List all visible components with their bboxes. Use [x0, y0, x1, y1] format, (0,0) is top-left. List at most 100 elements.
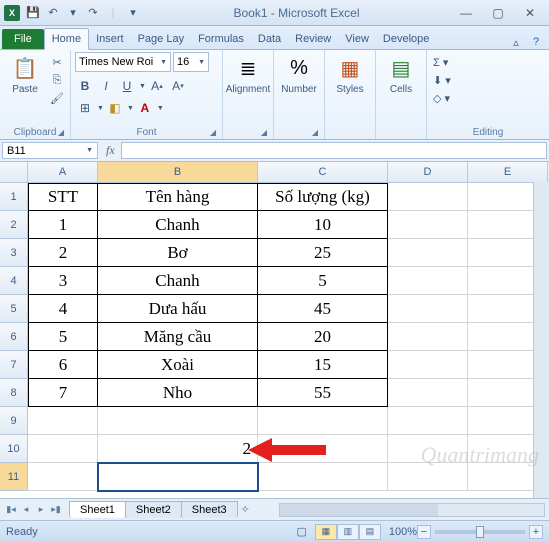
cell-D2[interactable]: [388, 211, 468, 239]
font-launcher[interactable]: ◢: [210, 128, 216, 137]
help-icon[interactable]: ?: [529, 35, 543, 49]
maximize-button[interactable]: ▢: [483, 4, 513, 22]
name-box[interactable]: B11▼: [2, 142, 98, 159]
paste-button[interactable]: 📋 Paste: [4, 52, 46, 97]
fill-color-button[interactable]: ◧: [105, 98, 125, 118]
view-page-break[interactable]: ▤: [359, 524, 381, 540]
italic-button[interactable]: I: [96, 76, 116, 96]
qat-customize[interactable]: ▾: [124, 4, 142, 22]
col-header-b[interactable]: B: [98, 162, 258, 182]
font-name-select[interactable]: Times New Roi▼: [75, 52, 171, 72]
fx-icon[interactable]: fx: [106, 143, 115, 158]
new-sheet-button[interactable]: ✧: [241, 503, 259, 516]
tab-home[interactable]: Home: [44, 28, 89, 50]
tab-review[interactable]: Review: [288, 29, 338, 49]
cell-B2[interactable]: Chanh: [98, 211, 258, 239]
styles-button[interactable]: ▦Styles: [329, 52, 371, 97]
qat-dropdown[interactable]: ▾: [64, 4, 82, 22]
cell-C1[interactable]: Số lượng (kg): [258, 183, 388, 211]
cell-B11[interactable]: [98, 463, 258, 491]
cell-B7[interactable]: Xoài: [98, 351, 258, 379]
cell-A9[interactable]: [28, 407, 98, 435]
undo-button[interactable]: ↶: [44, 4, 62, 22]
view-page-layout[interactable]: ▥: [337, 524, 359, 540]
cell-A5[interactable]: 4: [28, 295, 98, 323]
cell-D4[interactable]: [388, 267, 468, 295]
row-header[interactable]: 9: [0, 407, 28, 435]
cell-C9[interactable]: [258, 407, 388, 435]
sheet-next[interactable]: ▸: [34, 503, 48, 517]
cell-B6[interactable]: Măng cầu: [98, 323, 258, 351]
cell-B3[interactable]: Bơ: [98, 239, 258, 267]
cell-B1[interactable]: Tên hàng: [98, 183, 258, 211]
cell-B10[interactable]: 2: [98, 435, 258, 463]
grow-font-button[interactable]: A▴: [147, 76, 167, 96]
cell-C11[interactable]: [258, 463, 388, 491]
tab-formulas[interactable]: Formulas: [191, 29, 251, 49]
cell-A3[interactable]: 2: [28, 239, 98, 267]
cell-D9[interactable]: [388, 407, 468, 435]
vertical-scrollbar[interactable]: [533, 182, 549, 498]
cell-C5[interactable]: 45: [258, 295, 388, 323]
row-header[interactable]: 1: [0, 183, 28, 211]
cell-A1[interactable]: STT: [28, 183, 98, 211]
cell-D1[interactable]: [388, 183, 468, 211]
alignment-button[interactable]: ≣Alignment: [227, 52, 269, 97]
underline-button[interactable]: U: [117, 76, 137, 96]
cell-B5[interactable]: Dưa hấu: [98, 295, 258, 323]
cell-C8[interactable]: 55: [258, 379, 388, 407]
fill-button[interactable]: ⬇ ▾: [433, 72, 451, 88]
select-all-corner[interactable]: [0, 162, 28, 182]
cell-B8[interactable]: Nho: [98, 379, 258, 407]
cell-A4[interactable]: 3: [28, 267, 98, 295]
cell-A6[interactable]: 5: [28, 323, 98, 351]
cell-C3[interactable]: 25: [258, 239, 388, 267]
cut-button[interactable]: ✂: [48, 54, 66, 70]
row-header[interactable]: 3: [0, 239, 28, 267]
file-tab[interactable]: File: [2, 29, 44, 49]
autosum-button[interactable]: Σ ▾: [433, 54, 448, 70]
cell-A11[interactable]: [28, 463, 98, 491]
cell-D6[interactable]: [388, 323, 468, 351]
row-header[interactable]: 11: [0, 463, 28, 491]
horizontal-scrollbar[interactable]: [279, 503, 545, 517]
number-launcher[interactable]: ◢: [312, 128, 318, 137]
tab-view[interactable]: View: [338, 29, 376, 49]
cell-D8[interactable]: [388, 379, 468, 407]
col-header-d[interactable]: D: [388, 162, 468, 182]
row-header[interactable]: 2: [0, 211, 28, 239]
redo-button[interactable]: ↷: [84, 4, 102, 22]
clear-button[interactable]: ◇ ▾: [433, 90, 450, 106]
formula-input[interactable]: [121, 142, 547, 159]
row-header[interactable]: 10: [0, 435, 28, 463]
cell-C2[interactable]: 10: [258, 211, 388, 239]
cell-A7[interactable]: 6: [28, 351, 98, 379]
sheet-prev[interactable]: ◂: [19, 503, 33, 517]
sheet-tab-1[interactable]: Sheet1: [69, 501, 126, 518]
number-button[interactable]: %Number: [278, 52, 320, 97]
cell-A8[interactable]: 7: [28, 379, 98, 407]
cell-D3[interactable]: [388, 239, 468, 267]
cell-C4[interactable]: 5: [258, 267, 388, 295]
row-header[interactable]: 6: [0, 323, 28, 351]
sheet-last[interactable]: ▸▮: [49, 503, 63, 517]
zoom-slider[interactable]: [435, 530, 525, 534]
col-header-a[interactable]: A: [28, 162, 98, 182]
save-button[interactable]: 💾: [24, 4, 42, 22]
cell-B4[interactable]: Chanh: [98, 267, 258, 295]
row-header[interactable]: 5: [0, 295, 28, 323]
cell-C7[interactable]: 15: [258, 351, 388, 379]
cells-button[interactable]: ▤Cells: [380, 52, 422, 97]
cell-D7[interactable]: [388, 351, 468, 379]
minimize-button[interactable]: —: [451, 4, 481, 22]
clipboard-launcher[interactable]: ◢: [58, 128, 64, 137]
cell-D11[interactable]: [388, 463, 468, 491]
tab-pagelayout[interactable]: Page Lay: [131, 29, 191, 49]
tab-insert[interactable]: Insert: [89, 29, 131, 49]
font-size-select[interactable]: 16▼: [173, 52, 209, 72]
sheet-tab-2[interactable]: Sheet2: [125, 501, 182, 518]
tab-developer[interactable]: Develope: [376, 29, 436, 49]
alignment-launcher[interactable]: ◢: [261, 128, 267, 137]
view-normal[interactable]: ▦: [315, 524, 337, 540]
shrink-font-button[interactable]: A▾: [168, 76, 188, 96]
